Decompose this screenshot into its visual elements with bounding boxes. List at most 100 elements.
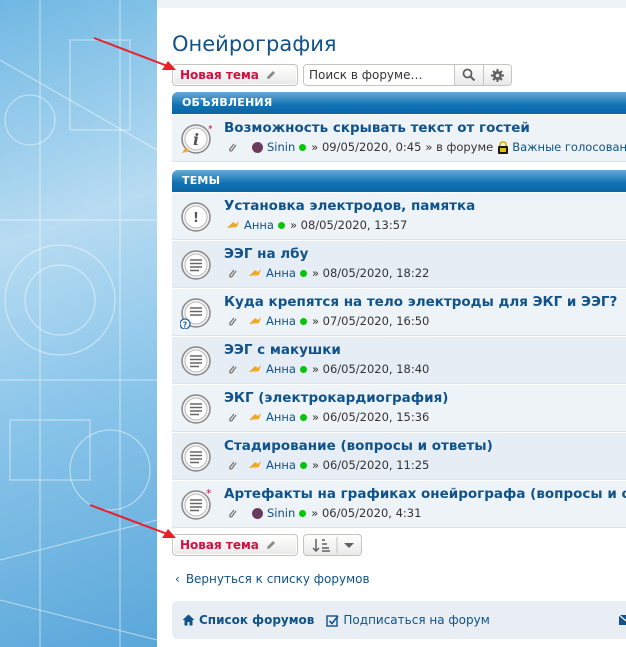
online-indicator <box>299 413 307 421</box>
lock-icon <box>498 140 509 154</box>
question-topic-icon: ? <box>180 298 211 330</box>
online-indicator <box>299 143 307 151</box>
post-date: » 06/05/2020, 11:25 <box>311 458 430 472</box>
author-link[interactable]: Sinin <box>267 506 295 520</box>
attachment-icon <box>229 509 237 518</box>
topic-row[interactable]: ЭКГ (электрокардиография) Анна » 06/05/2… <box>172 384 626 432</box>
new-topic-icon: * <box>181 489 212 520</box>
attachment-icon <box>229 461 237 470</box>
attachment-icon <box>229 143 237 152</box>
topic-row[interactable]: Стадирование (вопросы и ответы) Анна » 0… <box>172 432 626 480</box>
search-button[interactable] <box>454 65 483 85</box>
topic-title[interactable]: Куда крепятся на тело электроды для ЭКГ … <box>224 294 617 310</box>
topic-title[interactable]: Установка электродов, памятка <box>224 198 475 214</box>
attachment-icon <box>229 317 237 326</box>
top-strip <box>157 0 626 8</box>
pencil-icon <box>266 541 275 549</box>
svg-text:*: * <box>206 489 212 500</box>
post-pointer-icon <box>249 365 261 372</box>
topic-icon <box>181 250 211 280</box>
announcement-icon: i * <box>181 124 212 154</box>
topic-title[interactable]: Стадирование (вопросы и ответы) <box>224 438 493 454</box>
back-link-label: Вернуться к списку форумов <box>185 572 370 586</box>
author-link[interactable]: Анна <box>266 314 296 328</box>
topic-meta: Sinin » 06/05/2020, 4:31 <box>226 506 421 520</box>
topics-header: ТЕМЫ <box>172 170 626 192</box>
forum-title[interactable]: Онейрография <box>172 32 336 56</box>
avatar <box>252 507 263 519</box>
topic-row[interactable]: ! Установка электродов, памятка Анна » 0… <box>172 192 626 240</box>
svg-text:i: i <box>193 130 199 149</box>
topic-title[interactable]: ЭЭГ на лбу <box>224 246 308 262</box>
topic-row[interactable]: ЭЭГ на лбу Анна » 08/05/2020, 18:22 <box>172 240 626 288</box>
post-date: » 07/05/2020, 16:50 <box>311 314 430 328</box>
topic-meta: Анна » 08/05/2020, 18:22 <box>226 266 429 280</box>
online-indicator <box>299 509 307 517</box>
online-indicator <box>299 269 307 277</box>
search-icon <box>462 68 475 82</box>
post-pointer-icon <box>249 413 261 420</box>
sidebar-blueprint-background <box>0 0 157 647</box>
online-indicator <box>277 221 285 229</box>
author-link[interactable]: Sinin <box>267 140 295 154</box>
online-indicator <box>299 461 307 469</box>
new-topic-button-top[interactable]: Новая тема <box>172 64 298 86</box>
footer-navbar: Список форумов Подписаться на форум <box>172 601 626 639</box>
sort-icon <box>312 537 338 553</box>
new-topic-label: Новая тема <box>180 538 259 552</box>
home-icon <box>182 614 195 626</box>
attachment-icon <box>229 269 237 278</box>
announcements-header: ОБЪЯВЛЕНИЯ <box>172 92 626 114</box>
svg-text:*: * <box>208 124 212 135</box>
envelope-icon[interactable] <box>619 615 626 625</box>
announcement-title[interactable]: Возможность скрывать текст от гостей <box>224 120 530 136</box>
topic-list: ! Установка электродов, памятка Анна » 0… <box>172 192 626 528</box>
post-date: » 06/05/2020, 15:36 <box>311 410 430 424</box>
topic-row[interactable]: ЭЭГ с макушки Анна » 06/05/2020, 18:40 <box>172 336 626 384</box>
online-indicator <box>299 317 307 325</box>
new-topic-button-bottom[interactable]: Новая тема <box>172 534 298 556</box>
post-date: » 06/05/2020, 18:40 <box>311 362 430 376</box>
attachment-icon <box>229 365 237 374</box>
forum-index-label: Список форумов <box>199 613 315 627</box>
topic-icon <box>181 394 211 424</box>
topic-meta: Анна » 07/05/2020, 16:50 <box>226 314 429 328</box>
svg-text:?: ? <box>183 321 188 330</box>
post-pointer-icon <box>249 269 261 276</box>
forum-name-link[interactable]: Важные голосовани <box>512 140 626 154</box>
search-input[interactable] <box>304 65 454 85</box>
online-indicator <box>299 365 307 373</box>
author-link[interactable]: Анна <box>266 410 296 424</box>
subscribe-forum-link[interactable]: Подписаться на форум <box>326 613 490 627</box>
topic-row[interactable]: ? Куда крепятся на тело электроды для ЭК… <box>172 288 626 336</box>
attachment-icon <box>229 413 237 422</box>
forum-index-link[interactable]: Список форумов <box>182 613 314 627</box>
topic-title[interactable]: ЭЭГ с макушки <box>224 342 341 358</box>
forum-search <box>303 64 512 86</box>
sort-options-button[interactable] <box>303 534 362 556</box>
post-pointer-icon <box>249 461 261 468</box>
chevron-left-icon: ‹ <box>175 572 180 586</box>
advanced-search-button[interactable] <box>482 65 511 85</box>
topic-title[interactable]: ЭКГ (электрокардиография) <box>224 390 448 406</box>
topic-row[interactable]: * Артефакты на графиках онейрографа (воп… <box>172 480 626 528</box>
gear-icon <box>490 68 504 82</box>
author-link[interactable]: Анна <box>244 218 274 232</box>
in-forum-label: » в форуме <box>425 140 494 154</box>
topic-title[interactable]: Артефакты на графиках онейрографа (вопро… <box>224 486 626 502</box>
pencil-icon <box>266 71 275 79</box>
back-to-forums-link[interactable]: ‹ Вернуться к списку форумов <box>175 572 370 586</box>
avatar <box>252 141 263 153</box>
post-pointer-icon <box>249 317 261 324</box>
author-link[interactable]: Анна <box>266 362 296 376</box>
author-link[interactable]: Анна <box>266 266 296 280</box>
author-link[interactable]: Анна <box>266 458 296 472</box>
new-topic-label: Новая тема <box>180 68 259 82</box>
topic-icon <box>181 442 211 472</box>
post-date: » 06/05/2020, 4:31 <box>311 506 422 520</box>
topic-icon <box>181 346 211 376</box>
topics-panel: ТЕМЫ ! Установка электродов, памятка Анн… <box>172 170 626 528</box>
topic-meta: Анна » 06/05/2020, 11:25 <box>226 458 429 472</box>
post-date: » 08/05/2020, 13:57 <box>289 218 408 232</box>
announcement-row[interactable]: i * Возможность скрывать текст от гостей… <box>172 114 626 162</box>
